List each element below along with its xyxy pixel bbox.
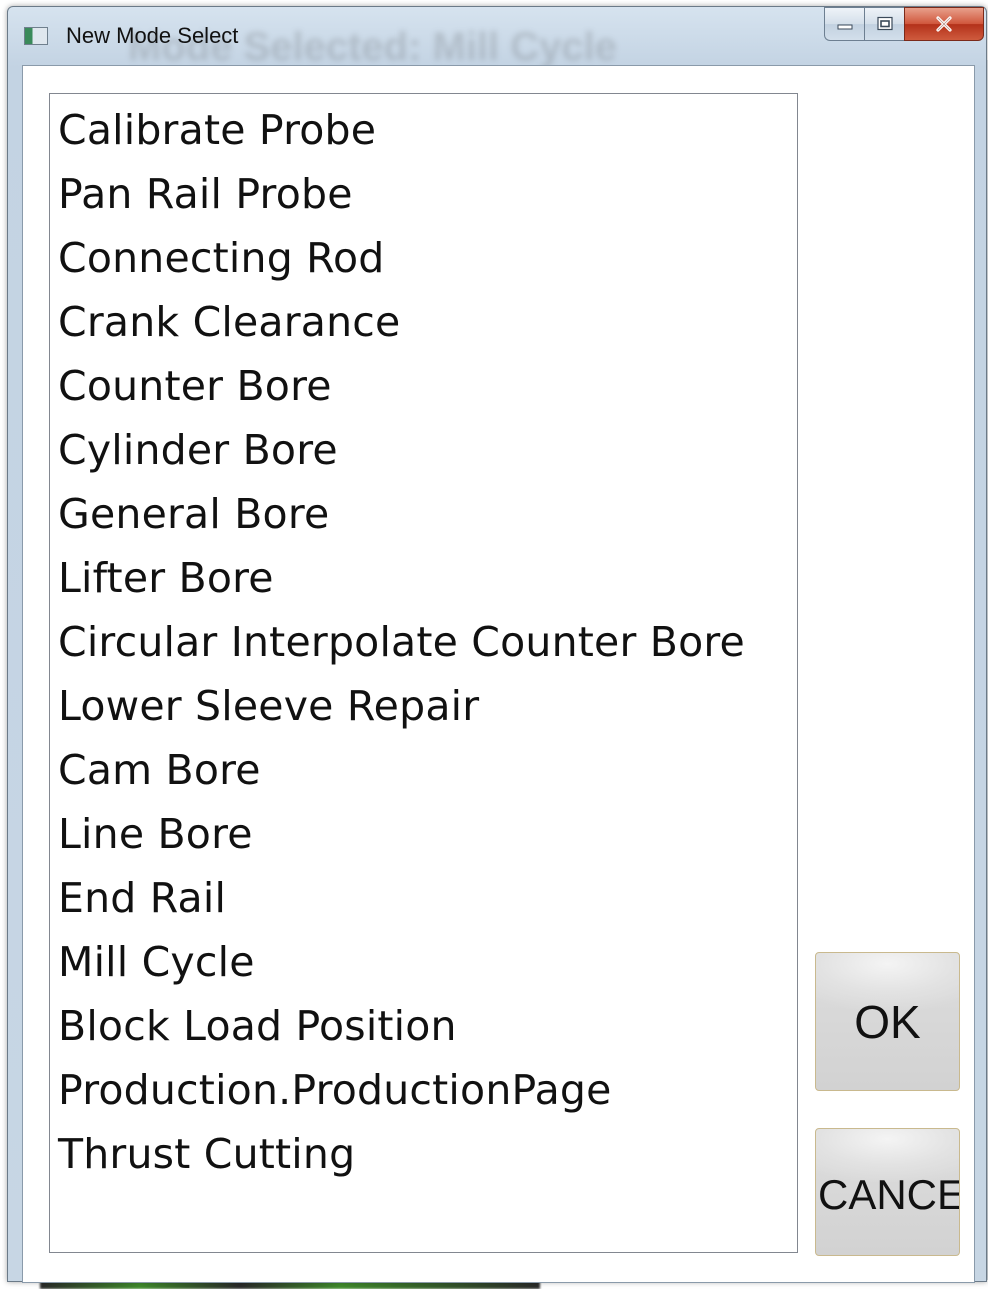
list-item[interactable]: Lower Sleeve Repair: [58, 674, 797, 738]
list-item[interactable]: Lifter Bore: [58, 546, 797, 610]
list-item[interactable]: Circular Interpolate Counter Bore: [58, 610, 797, 674]
list-item[interactable]: Connecting Rod: [58, 226, 797, 290]
list-item[interactable]: Production.ProductionPage: [58, 1058, 797, 1122]
mode-list-items: Calibrate Probe Pan Rail Probe Connecting …: [50, 94, 797, 1186]
maximize-icon: [876, 16, 893, 31]
maximize-button[interactable]: [864, 7, 904, 41]
close-button[interactable]: [904, 7, 984, 41]
window-title: New Mode Select: [66, 23, 239, 48]
list-item[interactable]: Thrust Cutting: [58, 1122, 797, 1186]
list-item[interactable]: Calibrate Probe: [58, 98, 797, 162]
list-item[interactable]: Counter Bore: [58, 354, 797, 418]
list-item[interactable]: Cam Bore: [58, 738, 797, 802]
app-icon[interactable]: [24, 27, 48, 45]
ok-button[interactable]: OK: [815, 952, 960, 1091]
caption-buttons: [824, 7, 984, 43]
list-item[interactable]: Block Load Position: [58, 994, 797, 1058]
list-item[interactable]: Line Bore: [58, 802, 797, 866]
minimize-icon: [837, 24, 852, 30]
minimize-button[interactable]: [824, 7, 864, 41]
list-item[interactable]: Mill Cycle: [58, 930, 797, 994]
list-item[interactable]: Crank Clearance: [58, 290, 797, 354]
list-item[interactable]: Pan Rail Probe: [58, 162, 797, 226]
mode-list[interactable]: Calibrate Probe Pan Rail Probe Connecting …: [49, 93, 798, 1253]
list-item[interactable]: General Bore: [58, 482, 797, 546]
title-bar[interactable]: Mode Selected: Mill Cycle New Mode Selec…: [8, 7, 986, 69]
dialog-content: Calibrate Probe Pan Rail Probe Connecting …: [22, 65, 975, 1283]
cancel-button[interactable]: CANCE: [815, 1128, 960, 1256]
dialog-window: Mode Selected: Mill Cycle New Mode Selec…: [7, 6, 987, 1283]
close-icon: [936, 16, 952, 32]
list-item[interactable]: Cylinder Bore: [58, 418, 797, 482]
list-item[interactable]: End Rail: [58, 866, 797, 930]
